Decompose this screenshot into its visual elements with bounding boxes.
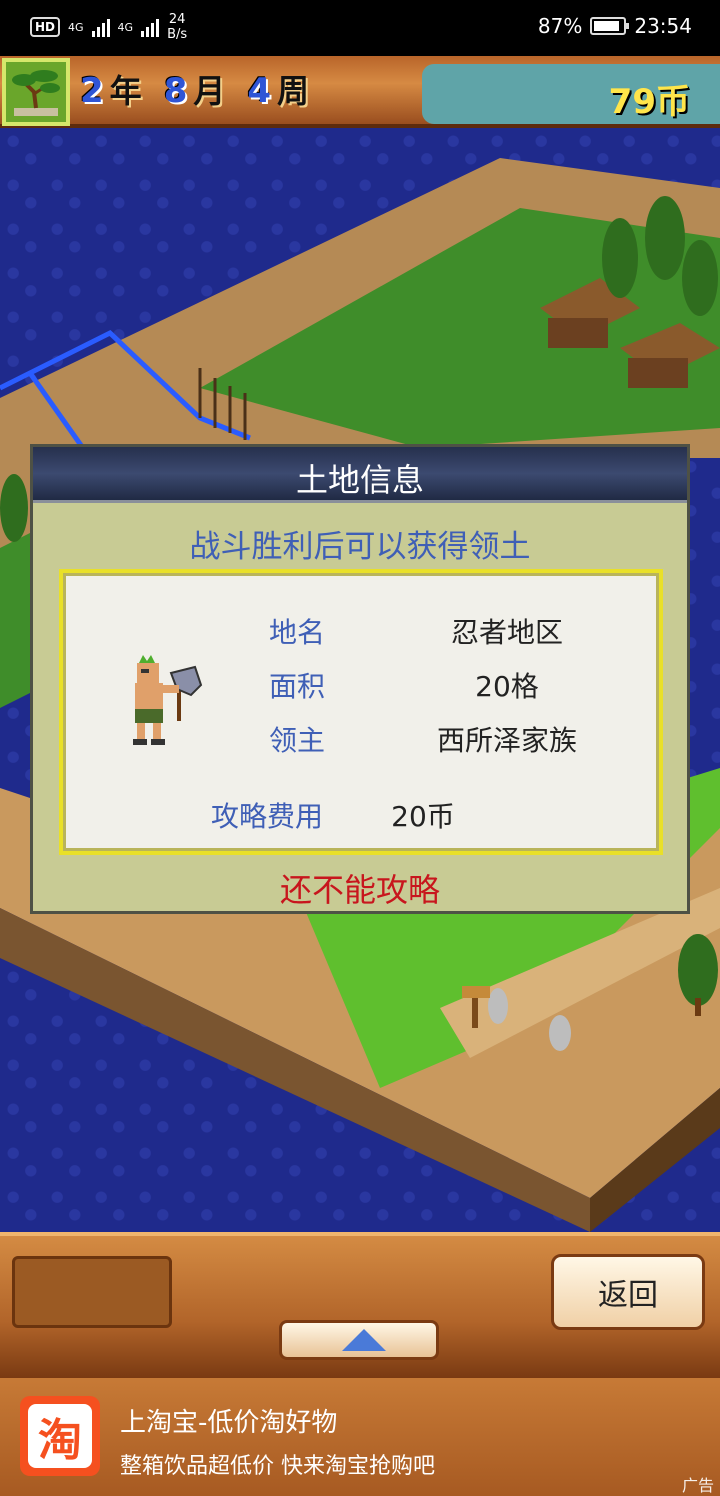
coin-panel: 79币 [422, 64, 720, 124]
expand-up-button[interactable] [279, 1320, 439, 1360]
network-speed: 24 B/s [167, 12, 187, 42]
clock: 23:54 [634, 14, 692, 38]
hd-badge: HD [30, 17, 61, 37]
battery-percent: 87% [537, 14, 583, 38]
month-number: 8 [163, 71, 188, 111]
signal-label-2: 4G [117, 20, 134, 34]
cost-label: 攻略费用 [211, 800, 324, 833]
ad-description[interactable]: 整箱饮品超低价 快来淘宝抢购吧 [120, 1448, 435, 1480]
week-unit: 周 [277, 72, 310, 110]
place-name-label: 地名 [269, 616, 326, 649]
coin-count: 79币 [608, 82, 690, 122]
cost-value: 20币 [391, 800, 455, 833]
signal-icon [91, 17, 110, 37]
ad-banner[interactable]: 淘 上淘宝-低价淘好物 整箱饮品超低价 快来淘宝抢购吧 广告 [0, 1378, 720, 1496]
area-label: 面积 [269, 670, 326, 703]
month-unit: 月 [193, 72, 226, 110]
dialog-title: 土地信息 [295, 461, 424, 499]
arrow-up-icon [342, 1329, 386, 1351]
battery-icon [590, 17, 630, 35]
year-unit: 年 [109, 72, 142, 110]
area-value: 20格 [475, 670, 539, 703]
year-number: 2 [80, 71, 104, 111]
status-right: 87% 23:54 [538, 14, 692, 38]
dialog-header: 土地信息 [33, 447, 687, 503]
game-top-bar: 2 年 8 月 4 周 79币 [0, 56, 720, 128]
back-button[interactable]: 返回 [551, 1254, 705, 1330]
bonsai-menu-button[interactable] [2, 58, 70, 126]
taobao-app-icon[interactable]: 淘 [20, 1396, 100, 1476]
place-name-value: 忍者地区 [450, 616, 563, 649]
lord-label: 领主 [269, 724, 326, 757]
taobao-icon-text: 淘 [28, 1404, 92, 1468]
dialog-subtitle: 战斗胜利后可以获得领土 [189, 529, 531, 565]
ninja-lord-icon [133, 655, 203, 745]
empty-slot [12, 1256, 172, 1328]
ad-label: 广告 [681, 1476, 714, 1495]
game-bottom-bar: 返回 [0, 1232, 720, 1378]
signal-icon-2 [141, 17, 160, 37]
lord-value: 西所泽家族 [436, 724, 577, 757]
status-left: HD 4G 4G 24 B/s [30, 12, 187, 42]
speed-unit: B/s [167, 27, 188, 42]
date-display: 2 年 8 月 4 周 [80, 66, 325, 112]
ad-title[interactable]: 上淘宝-低价淘好物 [120, 1402, 337, 1439]
land-info-card: 地名 忍者地区 面积 20格 领主 西所泽家族 攻略费用 20币 [59, 569, 663, 855]
speed-value: 24 [168, 12, 186, 27]
signal-label-1: 4G [68, 20, 84, 34]
week-number: 4 [247, 71, 272, 111]
cannot-attack-warning: 还不能攻略 [279, 871, 440, 909]
status-bar: HD 4G 4G 24 B/s 87% 23:54 [0, 0, 720, 56]
land-info-dialog: 土地信息 战斗胜利后可以获得领土 地名 忍者地区 面积 20格 领主 西所泽家族… [30, 444, 690, 914]
bonsai-icon [12, 70, 60, 116]
